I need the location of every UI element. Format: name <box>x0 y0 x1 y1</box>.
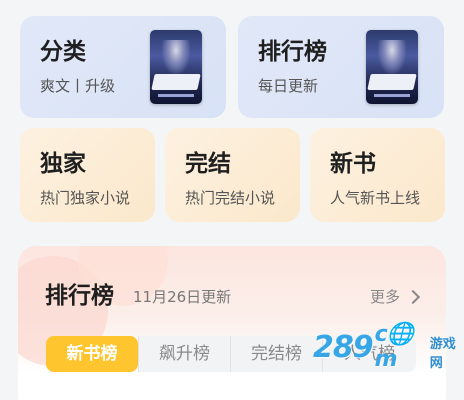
completed-card[interactable]: 完结 热门完结小说 <box>165 128 300 222</box>
exclusive-card[interactable]: 独家 热门独家小说 <box>20 128 155 222</box>
exclusive-card-title: 独家 <box>40 151 86 177</box>
ranking-section-title: 排行榜 <box>45 283 114 309</box>
book-cover-image <box>366 30 418 104</box>
new-book-card-subtitle: 人气新书上线 <box>330 189 421 207</box>
page: 分类 爽文丨升级 排行榜 每日更新 独家 热门独家小说 完结 热门完结小说 新书… <box>0 0 464 400</box>
watermark-suffix: c🌐m <box>374 322 414 372</box>
new-book-card[interactable]: 新书 人气新书上线 <box>310 128 445 222</box>
cover-strip-art <box>158 94 194 97</box>
new-book-card-title: 新书 <box>330 151 376 177</box>
book-cover-image <box>150 30 202 104</box>
tab-rising[interactable]: 飙升榜 <box>138 336 230 372</box>
site-watermark-logo: 289 c🌐m 游戏网 <box>313 322 464 372</box>
watermark-digits: 289 <box>313 329 374 365</box>
watermark-sub: 游戏网 <box>429 337 456 371</box>
exclusive-card-subtitle: 热门独家小说 <box>40 189 131 207</box>
ranking-card[interactable]: 排行榜 每日更新 <box>238 16 444 118</box>
more-link[interactable]: 更多 <box>369 287 421 307</box>
cover-title-art <box>367 74 417 90</box>
cover-figure-art <box>162 40 190 74</box>
tab-completed[interactable]: 完结榜 <box>230 336 322 372</box>
completed-card-title: 完结 <box>185 151 231 177</box>
tab-new-books[interactable]: 新书榜 <box>46 336 138 372</box>
cover-figure-art <box>378 40 406 74</box>
cover-strip-art <box>374 94 410 97</box>
more-link-label: 更多 <box>369 288 400 306</box>
category-card[interactable]: 分类 爽文丨升级 <box>20 16 226 118</box>
completed-card-subtitle: 热门完结小说 <box>185 189 276 207</box>
chevron-right-icon <box>405 289 421 305</box>
cover-title-art <box>151 74 201 90</box>
ranking-update-date: 11月26日更新 <box>133 288 232 306</box>
